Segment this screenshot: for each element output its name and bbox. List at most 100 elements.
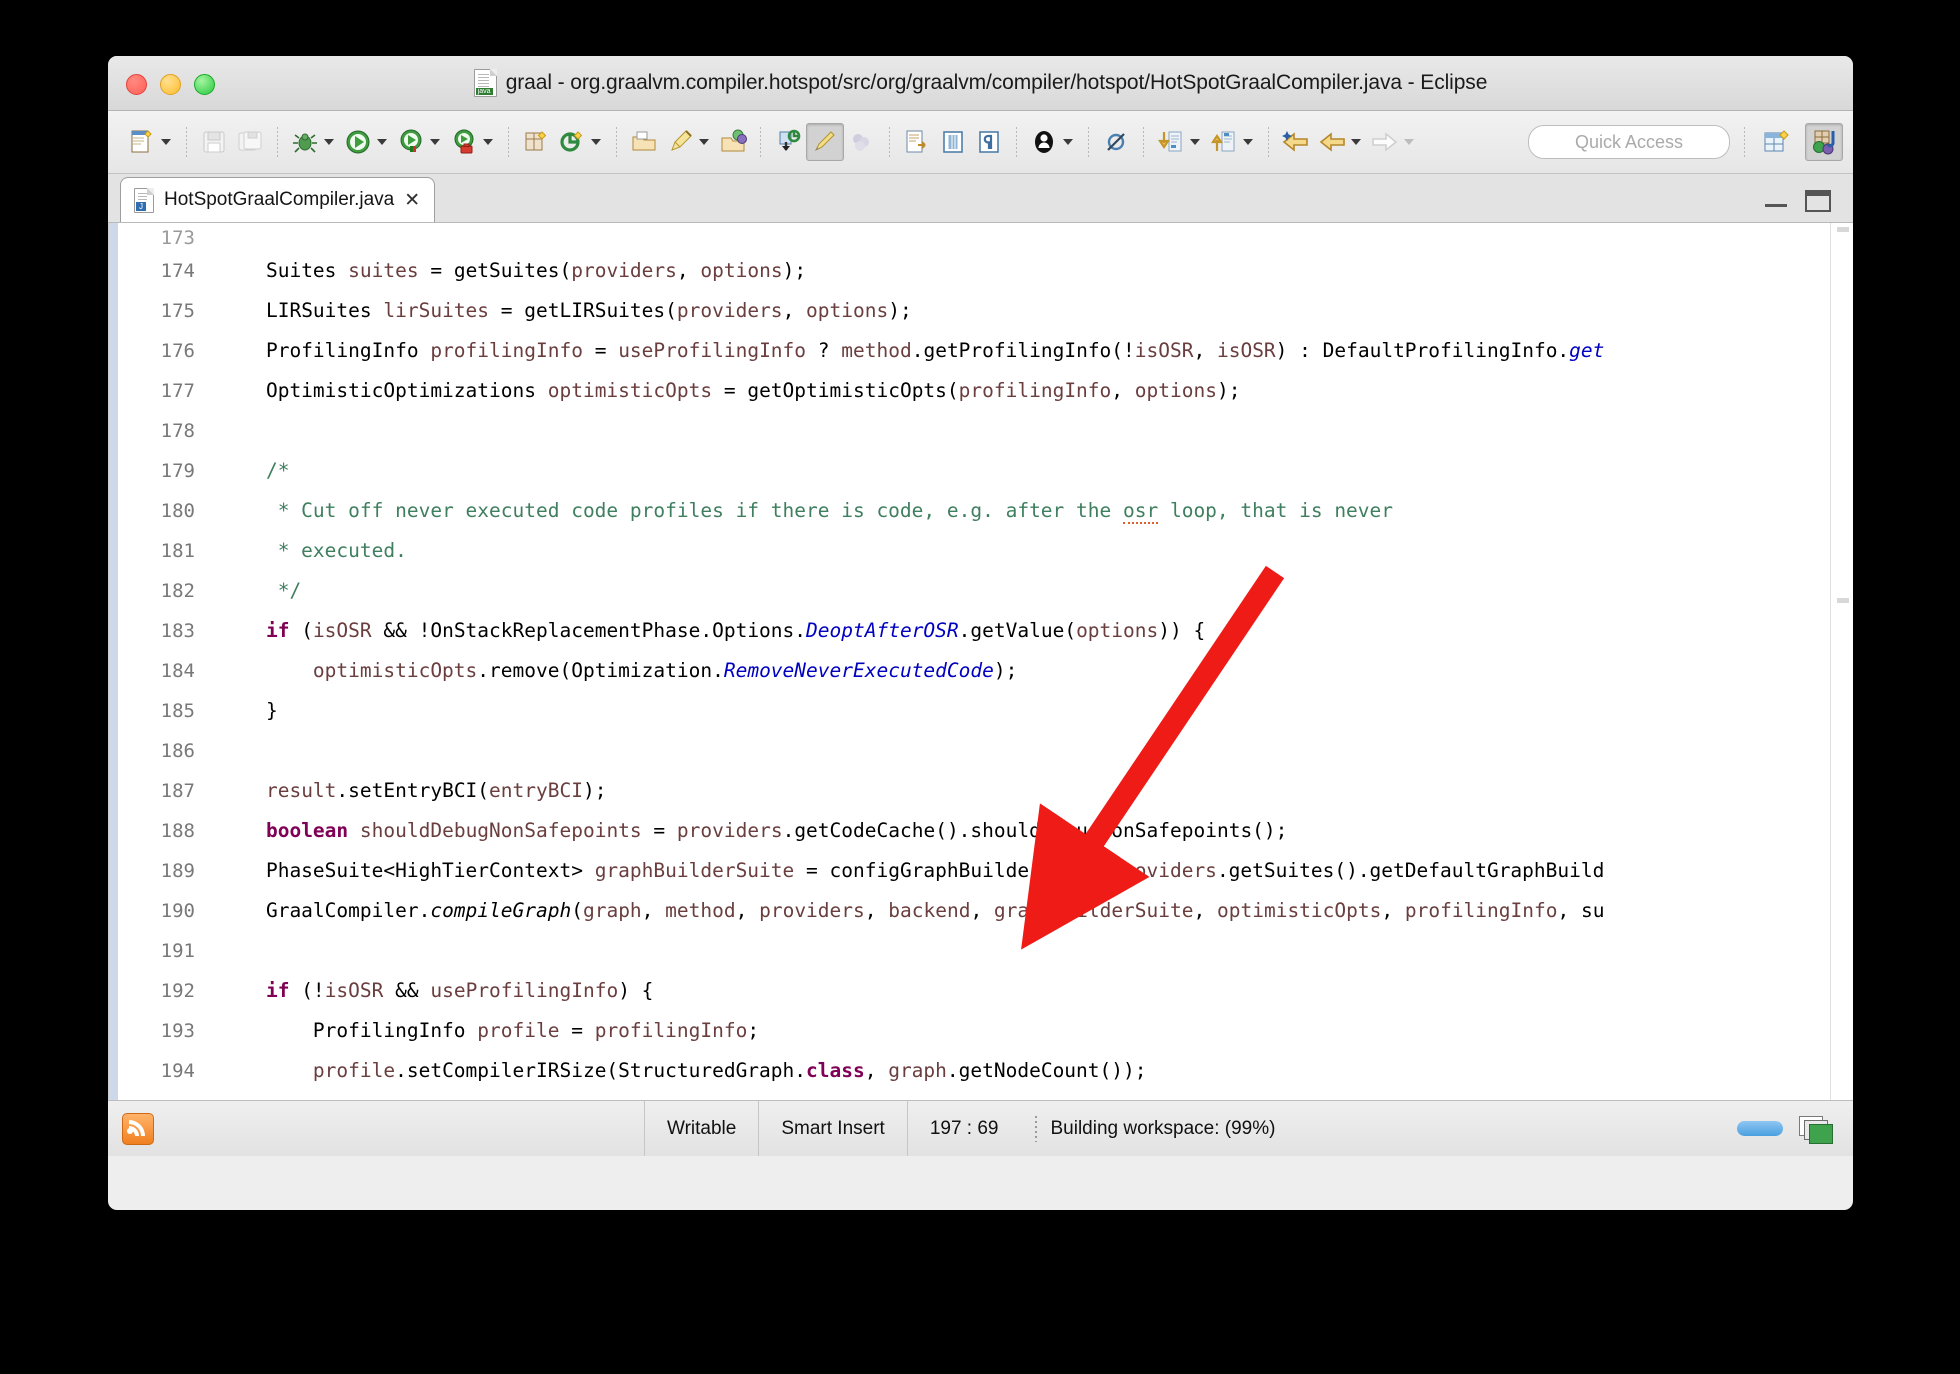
back-to-last-edit-icon[interactable] <box>1278 124 1314 160</box>
open-type-icon[interactable] <box>626 124 662 160</box>
previous-edit-icon[interactable] <box>1206 124 1242 160</box>
line-number: 179 <box>160 460 195 482</box>
java-badge-label: java <box>475 88 493 95</box>
maximize-view-button[interactable] <box>1805 190 1831 212</box>
next-edit-icon[interactable] <box>1153 124 1189 160</box>
coverage-icon[interactable] <box>393 124 429 160</box>
code-line: LIRSuites lirSuites = getLIRSuites(provi… <box>265 299 912 322</box>
toolbar-separator <box>508 127 509 157</box>
open-task-icon[interactable] <box>715 124 751 160</box>
toolbar-separator <box>1143 127 1144 157</box>
external-tools-icon[interactable] <box>446 124 482 160</box>
line-number: 193 <box>160 1020 195 1042</box>
new-java-package-icon[interactable] <box>518 124 554 160</box>
next-annotation-icon[interactable] <box>770 124 806 160</box>
line-number: 180 <box>160 500 195 522</box>
debug-dropdown-arrow[interactable] <box>324 139 334 145</box>
overview-ruler[interactable] <box>1830 223 1853 1100</box>
code-line: } <box>219 699 278 722</box>
line-number: 194 <box>160 1060 195 1082</box>
show-whitespace-icon[interactable] <box>971 124 1007 160</box>
line-number: 185 <box>160 700 195 722</box>
user-dropdown-arrow[interactable] <box>1063 139 1073 145</box>
code-line: * executed. <box>277 539 407 562</box>
search-icon[interactable] <box>662 124 698 160</box>
status-drag-handle[interactable] <box>1034 1115 1037 1142</box>
line-number: 176 <box>160 340 195 362</box>
open-perspective-icon[interactable] <box>1759 124 1795 160</box>
title-bar: java graal - org.graalvm.compiler.hotspo… <box>108 56 1853 111</box>
coverage-dropdown-arrow[interactable] <box>430 139 440 145</box>
new-wizard-dropdown-arrow[interactable] <box>161 139 171 145</box>
toolbar-right-group: Quick Access <box>1522 123 1843 161</box>
back-dropdown-arrow[interactable] <box>1351 139 1361 145</box>
main-toolbar: Quick Access <box>108 111 1853 174</box>
search-dropdown-arrow[interactable] <box>699 139 709 145</box>
java-file-icon: java <box>473 69 497 97</box>
progress-indicator[interactable] <box>1737 1121 1783 1136</box>
new-wizard-icon[interactable] <box>124 124 160 160</box>
line-number: 187 <box>160 780 195 802</box>
eclipse-window: java graal - org.graalvm.compiler.hotspo… <box>108 56 1853 1210</box>
line-number: 182 <box>160 580 195 602</box>
quick-access-input[interactable]: Quick Access <box>1528 125 1730 159</box>
rss-icon[interactable] <box>122 1112 154 1145</box>
code-line: */ <box>277 579 302 602</box>
line-number: 190 <box>160 900 195 922</box>
skip-breakpoints-icon[interactable] <box>844 124 880 160</box>
save-all-icon[interactable] <box>232 124 268 160</box>
code-line: optimisticOpts.remove(Optimization.Remov… <box>312 659 1018 682</box>
line-number: 174 <box>160 260 195 282</box>
java-perspective-icon[interactable] <box>1805 123 1843 161</box>
toolbar-separator <box>1016 127 1017 157</box>
code-line: ProfilingInfo profile = profilingInfo; <box>219 1019 760 1042</box>
java-file-icon: J <box>134 187 154 213</box>
forward-icon[interactable] <box>1367 124 1403 160</box>
line-number: 175 <box>160 300 195 322</box>
code-editor[interactable]: 173 174 175 176 177 178 179 180 181 182 … <box>108 223 1853 1100</box>
next-edit-dropdown-arrow[interactable] <box>1190 139 1200 145</box>
open-views-icon[interactable] <box>1799 1115 1833 1144</box>
back-icon[interactable] <box>1314 124 1350 160</box>
line-number: 186 <box>160 740 195 762</box>
forward-dropdown-arrow[interactable] <box>1404 139 1414 145</box>
debug-icon[interactable] <box>287 124 323 160</box>
line-number: 184 <box>160 660 195 682</box>
no-link-icon[interactable] <box>1098 124 1134 160</box>
new-java-class-dropdown-arrow[interactable] <box>591 139 601 145</box>
code-line: result.setEntryBCI(entryBCI); <box>265 779 607 802</box>
new-editor-icon[interactable] <box>899 124 935 160</box>
build-status: Building workspace: (99%) <box>1050 1117 1276 1139</box>
run-icon[interactable] <box>340 124 376 160</box>
close-window-button[interactable] <box>126 74 147 95</box>
quick-access-placeholder: Quick Access <box>1574 131 1684 152</box>
toolbar-separator <box>760 127 761 157</box>
previous-edit-dropdown-arrow[interactable] <box>1243 139 1253 145</box>
close-icon[interactable]: ✕ <box>404 191 420 210</box>
editor-tab-hotspotgraalcompiler[interactable]: J HotSpotGraalCompiler.java ✕ <box>120 177 436 222</box>
save-icon[interactable] <box>196 124 232 160</box>
run-dropdown-arrow[interactable] <box>377 139 387 145</box>
code-line: } <box>205 1091 1853 1100</box>
toggle-mark-occurrences-icon[interactable] <box>806 123 844 161</box>
writable-status: Writable <box>667 1117 737 1139</box>
external-tools-dropdown-arrow[interactable] <box>483 139 493 145</box>
toolbar-separator <box>186 127 187 157</box>
zoom-window-button[interactable] <box>194 74 215 95</box>
code-line: OptimisticOptimizations optimisticOpts =… <box>219 379 1241 402</box>
toolbar-separator <box>277 127 278 157</box>
code-line: if (isOSR && !OnStackReplacementPhase.Op… <box>265 619 1206 642</box>
code-text-area[interactable]: Suites suites = getSuites(providers, opt… <box>205 223 1853 1100</box>
code-line: if (!isOSR && useProfilingInfo) { <box>265 979 654 1002</box>
minimize-view-button[interactable] <box>1765 192 1787 210</box>
new-java-class-icon[interactable] <box>554 124 590 160</box>
code-line: PhaseSuite<HighTierContext> graphBuilder… <box>219 859 1605 882</box>
toggle-block-selection-icon[interactable] <box>935 124 971 160</box>
user-icon[interactable] <box>1026 124 1062 160</box>
toolbar-separator <box>1744 127 1745 157</box>
insert-mode-status: Smart Insert <box>781 1117 885 1139</box>
minimize-window-button[interactable] <box>160 74 181 95</box>
